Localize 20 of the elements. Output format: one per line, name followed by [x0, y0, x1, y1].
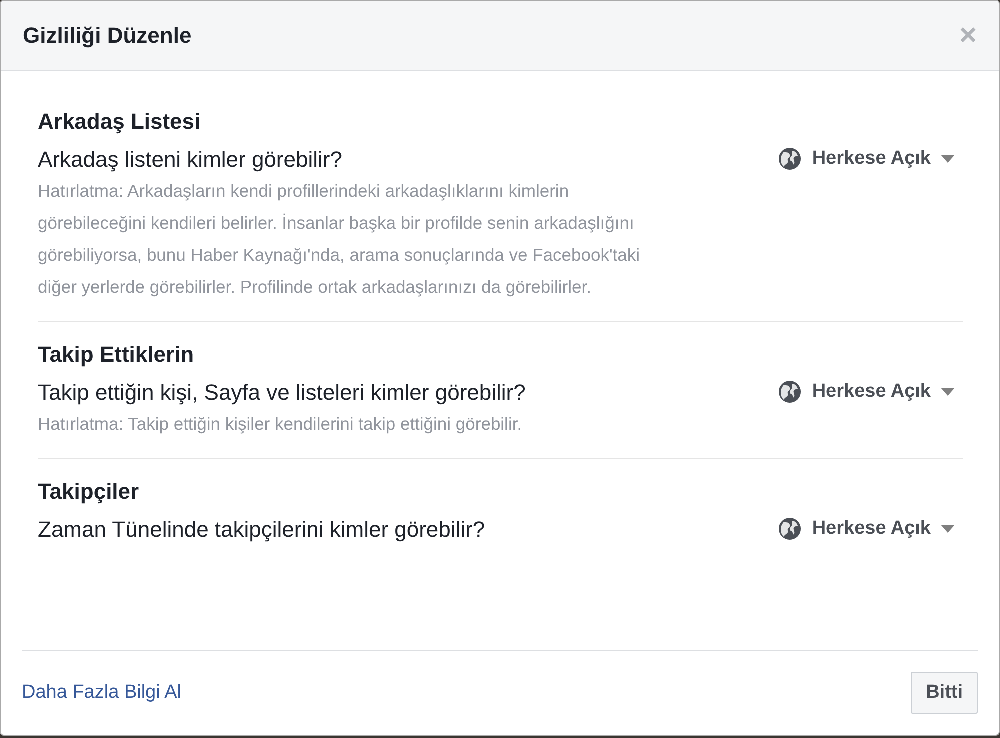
section-question: Takip ettiğin kişi, Sayfa ve listeleri kimler görebilir?: [38, 380, 527, 406]
caret-icon: [941, 388, 955, 396]
reminder-note: Hatırlatma: Arkadaşların kendi profillerindeki arkadaşlıklarını kimlerin görebileceğini kendileri belirler. İnsanlar başka bir profilde senin arkadaşlığını görebiliyorsa, bunu Haber Kaynağı'nda, arama sonuçlarında ve Facebook'taki diğer yerlerde görebilirler. Profilinde ortak arkadaşlarınızı da görebilirler.: [38, 180, 642, 299]
done-button[interactable]: Bitti: [911, 672, 978, 714]
learn-more-link[interactable]: Daha Fazla Bilgi Al: [22, 682, 182, 704]
globe-icon: [779, 381, 802, 403]
caret-icon: [941, 525, 955, 533]
globe-icon: [779, 518, 802, 540]
audience-dropdown[interactable]: Herkese Açık: [778, 380, 963, 404]
section-heading: Takip Ettiklerin: [38, 341, 196, 369]
section-heading: Takipçiler: [38, 478, 140, 506]
reminder-note: Hatırlatma: Takip ettiğin kişiler kendilerini takip ettiğini görebilir.: [38, 413, 524, 436]
section-heading: Arkadaş Listesi: [38, 108, 202, 136]
dialog-title: Gizliliği Düzenle: [23, 22, 192, 48]
globe-icon: [779, 148, 802, 170]
audience-dropdown[interactable]: Herkese Açık: [778, 517, 963, 541]
section-question: Arkadaş listeni kimler görebilir?: [38, 147, 344, 173]
audience-dropdown[interactable]: Herkese Açık: [778, 147, 963, 171]
section-question: Zaman Tünelinde takipçilerini kimler görebilir?: [38, 517, 486, 543]
caret-icon: [941, 155, 955, 163]
